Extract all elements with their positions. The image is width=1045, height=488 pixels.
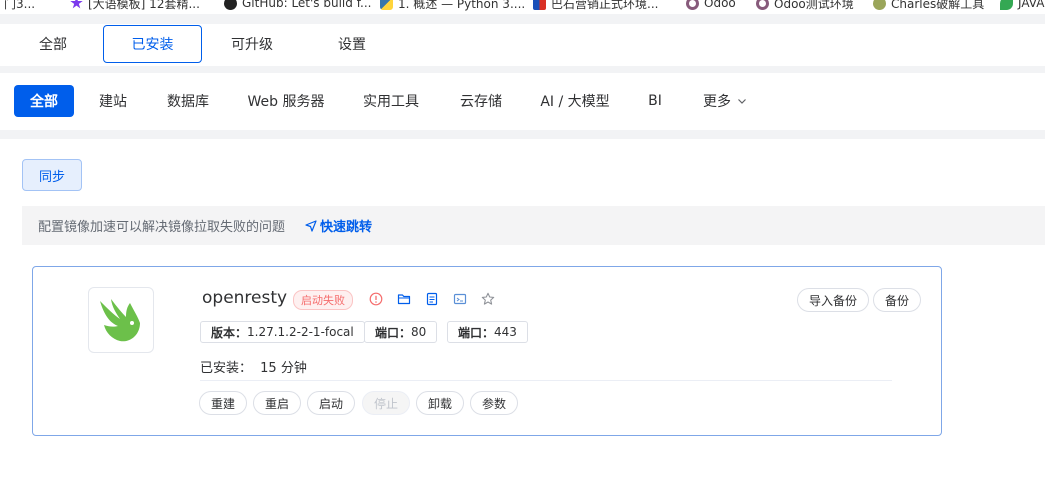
star-icon xyxy=(70,0,83,9)
category-all[interactable]: 全部 xyxy=(14,85,74,117)
rebuild-button[interactable]: 重建 xyxy=(199,391,248,415)
bookmark-label: 巴石营销正式环境... xyxy=(551,0,659,11)
divider xyxy=(200,380,892,381)
installed-label: 已安装： xyxy=(200,361,253,376)
start-button[interactable]: 启动 xyxy=(307,391,356,415)
app-name: openresty xyxy=(202,288,288,308)
flag-icon xyxy=(533,0,546,10)
port-label: 端口： xyxy=(458,325,495,340)
category-web-server[interactable]: Web 服务器 xyxy=(241,85,331,117)
tab-settings[interactable]: 设置 xyxy=(322,25,382,63)
odoo-icon xyxy=(686,0,699,10)
bookmark-item[interactable]: Odoo xyxy=(686,0,736,12)
odoo-icon xyxy=(756,0,769,10)
github-icon xyxy=(224,0,237,10)
bookmark-item[interactable]: Odoo测试环境 xyxy=(756,0,854,12)
charles-icon xyxy=(873,0,886,10)
bookmark-item[interactable]: 1. 概述 — Python 3.... xyxy=(380,0,525,12)
category-more-label: 更多 xyxy=(703,94,731,110)
bookmark-item[interactable]: GitHub: Let's build f... xyxy=(224,0,372,12)
version-label: 版本： xyxy=(211,325,248,340)
status-badge: 启动失败 xyxy=(293,290,353,310)
category-cloud-storage[interactable]: 云存储 xyxy=(451,85,511,117)
bookmark-item[interactable]: 巴石营销正式环境... xyxy=(533,0,658,12)
import-backup-button[interactable]: 导入备份 xyxy=(797,288,870,312)
terminal-icon[interactable] xyxy=(453,292,467,306)
category-ai[interactable]: AI / 大模型 xyxy=(534,85,616,117)
uninstall-button[interactable]: 卸载 xyxy=(416,391,465,415)
bookmark-label: Odoo xyxy=(704,0,736,10)
quick-jump-label: 快速跳转 xyxy=(320,220,373,235)
bookmark-label: GitHub: Let's build f... xyxy=(242,0,372,10)
port-value: 80 xyxy=(411,325,427,339)
notice-text: 配置镜像加速可以解决镜像拉取失败的问题 xyxy=(38,220,286,235)
bookmark-label: 1. 概述 — Python 3.... xyxy=(398,0,526,11)
params-button[interactable]: 参数 xyxy=(470,391,519,415)
quick-jump-link[interactable]: 快速跳转 xyxy=(305,216,372,235)
tab-installed[interactable]: 已安装 xyxy=(103,25,202,63)
star-icon[interactable] xyxy=(481,292,495,306)
port-tag: 端口： 443 xyxy=(447,321,528,343)
installed-time: 已安装： 15 分钟 xyxy=(200,357,307,376)
openresty-logo-icon xyxy=(100,299,140,342)
bookmark-label: Charles破解工具 xyxy=(891,0,985,11)
category-tools[interactable]: 实用工具 xyxy=(356,85,426,117)
stop-button[interactable]: 停止 xyxy=(362,391,411,415)
installed-value: 15 分钟 xyxy=(260,361,307,376)
main-panel: 同步 配置镜像加速可以解决镜像拉取失败的问题 快速跳转 openresty 启动… xyxy=(0,139,1045,488)
leaf-icon xyxy=(1000,0,1013,10)
error-info-icon[interactable] xyxy=(369,292,383,306)
bookmark-item[interactable]: Charles破解工具 xyxy=(873,0,984,12)
folder-icon[interactable] xyxy=(397,292,411,306)
category-website[interactable]: 建站 xyxy=(88,85,138,117)
app-card: openresty 启动失败 导入备份 备份 版本： 1.27.1.2-2-1-… xyxy=(32,266,942,436)
python-icon xyxy=(380,0,393,10)
bookmark-item[interactable]: 门3... xyxy=(4,0,35,12)
port-label: 端口： xyxy=(375,325,412,340)
restart-button[interactable]: 重启 xyxy=(253,391,302,415)
category-filter: 全部 建站 数据库 Web 服务器 实用工具 云存储 AI / 大模型 BI 更… xyxy=(0,73,1045,130)
app-logo xyxy=(88,287,154,353)
tab-all[interactable]: 全部 xyxy=(22,25,84,63)
backup-button[interactable]: 备份 xyxy=(873,288,922,312)
tab-upgradable[interactable]: 可升级 xyxy=(217,25,287,63)
category-more[interactable]: 更多 xyxy=(694,85,756,117)
bookmark-item[interactable]: JAVA xyxy=(1000,0,1044,12)
category-bi[interactable]: BI xyxy=(640,85,670,117)
document-icon[interactable] xyxy=(425,292,439,306)
bookmarks-bar: 门3... [大语模板] 12套精... GitHub: Let's build… xyxy=(0,0,1045,14)
bookmark-label: Odoo测试环境 xyxy=(774,0,854,11)
top-tabs: 全部 已安装 可升级 设置 xyxy=(0,24,1045,66)
bookmark-label: [大语模板] 12套精... xyxy=(88,0,200,11)
category-database[interactable]: 数据库 xyxy=(160,85,216,117)
port-tag: 端口： 80 xyxy=(364,321,438,343)
bookmark-label: 门3... xyxy=(4,0,36,11)
version-tag: 版本： 1.27.1.2-2-1-focal xyxy=(200,321,365,343)
bookmark-label: JAVA xyxy=(1018,0,1045,10)
bookmark-item[interactable]: [大语模板] 12套精... xyxy=(70,0,200,12)
port-value: 443 xyxy=(494,325,517,339)
sync-button[interactable]: 同步 xyxy=(22,159,82,191)
version-value: 1.27.1.2-2-1-focal xyxy=(247,325,354,339)
send-icon xyxy=(305,219,317,232)
chevron-down-icon xyxy=(738,99,746,104)
mirror-notice: 配置镜像加速可以解决镜像拉取失败的问题 快速跳转 xyxy=(22,206,1045,245)
